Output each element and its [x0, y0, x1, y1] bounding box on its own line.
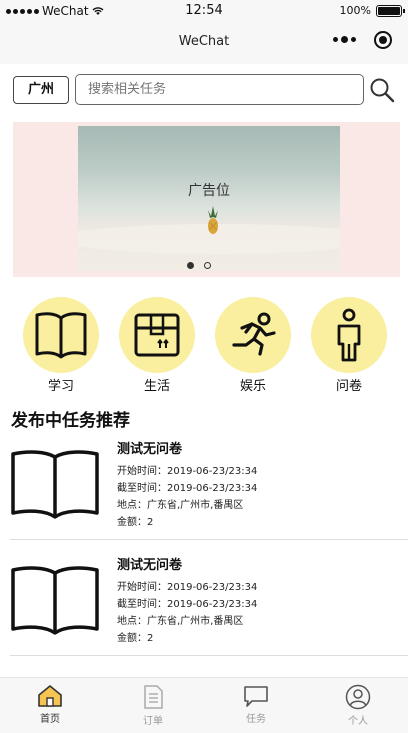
mini-program-capsule [333, 31, 392, 49]
tab-label: 任务 [246, 714, 266, 725]
task-card[interactable]: 测试无问卷 开始时间：2019-06-23/23:34 截至时间：2019-06… [0, 435, 408, 545]
divider [10, 655, 408, 656]
search-input[interactable] [75, 74, 364, 105]
book-icon [11, 566, 99, 635]
divider [10, 539, 408, 540]
category-circle[interactable] [119, 297, 195, 373]
tab-tasks[interactable]: 任务 [226, 684, 286, 725]
task-start-time: 开始时间：2019-06-23/23:34 [117, 466, 258, 477]
home-icon [38, 685, 62, 707]
battery-percent: 100% [339, 4, 371, 17]
city-selector-button[interactable]: 广州 [13, 76, 69, 104]
banner-carousel[interactable]: 广告位 [13, 122, 400, 277]
category-label: 娱乐 [239, 379, 266, 394]
category-circle[interactable] [311, 297, 387, 373]
task-card[interactable]: 测试无问卷 开始时间：2019-06-23/23:34 截至时间：2019-06… [0, 551, 408, 661]
person-icon [337, 308, 361, 362]
task-title: 测试无问卷 [117, 442, 183, 457]
tab-label: 订单 [143, 716, 163, 727]
pineapple-icon [208, 206, 218, 234]
banner-image[interactable]: 广告位 [78, 126, 340, 271]
box-icon [134, 313, 180, 357]
status-right: 100% [339, 4, 405, 17]
category-circle[interactable] [215, 297, 291, 373]
book-icon [11, 450, 99, 519]
task-location: 地点：广东省,广州市,番禺区 [117, 616, 244, 627]
task-location: 地点：广东省,广州市,番禺区 [117, 500, 244, 511]
book-icon [35, 312, 87, 359]
chat-icon [244, 686, 268, 707]
task-end-time: 截至时间：2019-06-23/23:34 [117, 599, 258, 610]
category-label: 生活 [143, 379, 170, 394]
more-icon[interactable] [333, 36, 356, 43]
tab-bar: 首页 订单 任务 个人 [0, 677, 408, 733]
category-questionnaire[interactable]: 问卷 [311, 297, 387, 394]
banner-label: 广告位 [188, 183, 230, 199]
status-bar: WeChat 12:54 100% [0, 0, 408, 22]
task-info: 测试无问卷 开始时间：2019-06-23/23:34 截至时间：2019-06… [117, 554, 257, 647]
category-label: 学习 [47, 379, 74, 394]
battery-icon [376, 4, 405, 17]
user-icon [345, 684, 371, 710]
indicator-dot-active[interactable] [187, 262, 194, 269]
indicator-dot[interactable] [204, 262, 211, 269]
search-icon[interactable] [369, 77, 395, 103]
close-target-icon[interactable] [374, 31, 392, 49]
category-label: 问卷 [335, 379, 362, 394]
carousel-indicators [187, 262, 211, 269]
runner-icon [232, 312, 276, 356]
category-study[interactable]: 学习 [23, 297, 99, 394]
order-icon [144, 685, 163, 709]
task-title: 测试无问卷 [117, 558, 183, 573]
category-circle[interactable] [23, 297, 99, 373]
navigation-bar: WeChat [0, 22, 408, 64]
tab-orders[interactable]: 订单 [123, 684, 183, 727]
task-amount: 金额：2 [117, 517, 154, 528]
tab-label: 个人 [348, 716, 368, 727]
tab-profile[interactable]: 个人 [328, 684, 388, 727]
tab-label: 首页 [40, 714, 60, 725]
category-entertainment[interactable]: 娱乐 [215, 297, 291, 394]
task-start-time: 开始时间：2019-06-23/23:34 [117, 582, 258, 593]
task-end-time: 截至时间：2019-06-23/23:34 [117, 483, 258, 494]
tab-home[interactable]: 首页 [20, 684, 80, 725]
task-amount: 金额：2 [117, 633, 154, 644]
task-info: 测试无问卷 开始时间：2019-06-23/23:34 截至时间：2019-06… [117, 438, 257, 531]
section-title: 发布中任务推荐 [11, 411, 130, 431]
category-life[interactable]: 生活 [119, 297, 195, 394]
